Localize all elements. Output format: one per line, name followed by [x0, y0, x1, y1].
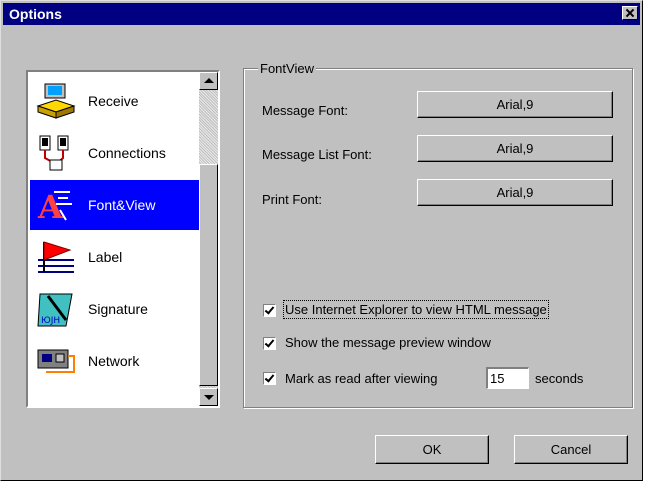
category-label: Network	[88, 353, 140, 369]
fontview-groupbox	[243, 68, 633, 408]
category-label: Receive	[88, 93, 139, 109]
print-font-label: Print Font:	[262, 192, 322, 207]
category-item-signature[interactable]: ЮJH Signature	[30, 284, 200, 334]
category-item-label[interactable]: Label	[30, 232, 200, 282]
category-item-font-view[interactable]: A Font&View	[30, 180, 200, 230]
close-icon[interactable]	[622, 6, 638, 20]
seconds-input[interactable]	[486, 367, 529, 389]
connections-icon	[39, 135, 69, 171]
arrow-up-icon	[204, 78, 214, 83]
category-label: Font&View	[88, 197, 156, 213]
message-font-label: Message Font:	[262, 103, 348, 118]
category-label: Label	[88, 249, 123, 265]
use-ie-label[interactable]: Use Internet Explorer to view HTML messa…	[283, 300, 549, 319]
category-item-network[interactable]: Network	[30, 336, 200, 386]
svg-text:A: A	[37, 188, 64, 224]
seconds-suffix: seconds	[535, 371, 584, 386]
category-label: Connections	[88, 145, 166, 161]
network-icon	[37, 349, 75, 373]
window-title: Options	[9, 6, 62, 22]
scroll-thumb[interactable]	[199, 164, 218, 386]
signature-icon: ЮJH	[37, 293, 73, 327]
label-flag-icon	[38, 241, 74, 273]
ok-button[interactable]: OK	[375, 435, 489, 464]
category-label: Signature	[88, 301, 148, 317]
mark-read-label[interactable]: Mark as read after viewing	[285, 371, 437, 386]
category-scrollbar[interactable]	[199, 72, 218, 406]
preview-checkbox[interactable]	[263, 337, 276, 350]
receive-icon	[36, 83, 76, 119]
title-bar[interactable]: Options	[3, 3, 640, 25]
font-view-icon: A	[37, 188, 72, 224]
arrow-down-icon	[204, 395, 214, 400]
mark-read-checkbox[interactable]	[263, 372, 276, 385]
category-item-receive[interactable]: Receive	[30, 76, 200, 126]
preview-label[interactable]: Show the message preview window	[285, 335, 491, 350]
print-font-button[interactable]: Arial,9	[417, 179, 613, 206]
category-list[interactable]: Receive Connections A Font&View Label ЮJ…	[26, 70, 220, 408]
scroll-up-button[interactable]	[199, 72, 218, 90]
group-title: FontView	[258, 61, 316, 76]
scroll-down-button[interactable]	[199, 388, 218, 406]
message-list-font-label: Message List Font:	[262, 147, 372, 162]
use-ie-checkbox[interactable]	[263, 304, 276, 317]
cancel-button[interactable]: Cancel	[514, 435, 628, 464]
message-list-font-button[interactable]: Arial,9	[417, 135, 613, 162]
svg-text:ЮJH: ЮJH	[41, 316, 60, 326]
message-font-button[interactable]: Arial,9	[417, 91, 613, 118]
category-item-connections[interactable]: Connections	[30, 128, 200, 178]
